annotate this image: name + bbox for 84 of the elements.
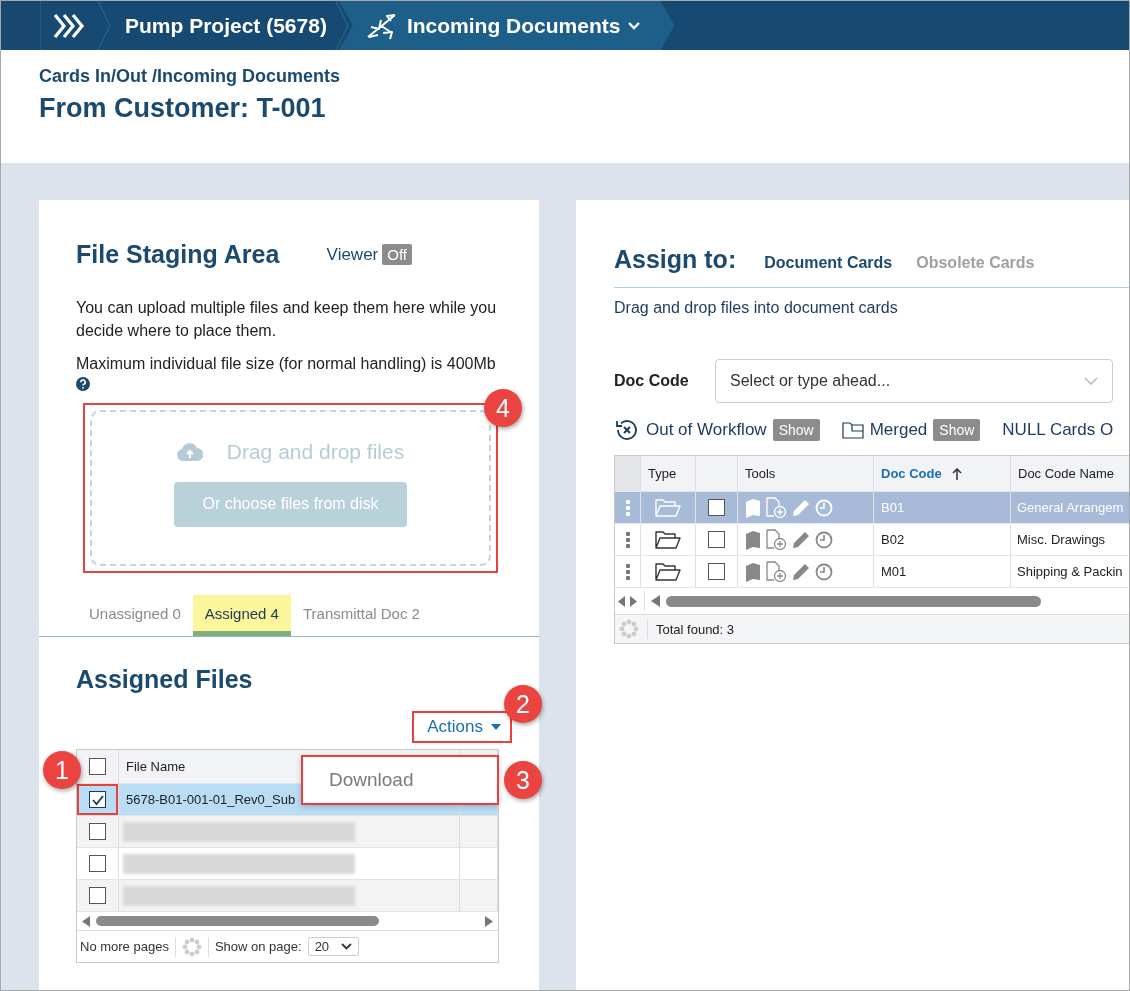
book-icon[interactable] — [745, 529, 761, 550]
checkbox[interactable] — [89, 791, 106, 808]
breadcrumb-link[interactable]: Pump Project (5678) — [111, 1, 335, 50]
column-header[interactable]: Tools — [745, 466, 776, 481]
scrollbar-thumb[interactable] — [666, 595, 1041, 607]
column-header[interactable]: Doc Code — [881, 466, 942, 481]
folder-open-icon — [655, 530, 681, 549]
chevron-down-icon[interactable] — [341, 943, 353, 950]
folder-open-icon — [655, 562, 681, 581]
spinner-icon — [619, 619, 639, 639]
tab[interactable]: Transmittal Doc 2 — [290, 595, 432, 636]
chevron-separator-icon — [97, 1, 111, 50]
checkbox[interactable] — [708, 563, 725, 580]
page-size-select[interactable]: 20 — [307, 937, 360, 956]
spinner-icon — [181, 936, 202, 957]
description-text: You can upload multiple files and keep them here while you decide where to place them. — [76, 298, 498, 341]
tab[interactable]: Unassigned 0 — [77, 595, 193, 636]
scroll-right-icon[interactable] — [485, 915, 493, 927]
table-cell: Misc. Drawings — [1017, 532, 1106, 547]
page-title: From Customer: T-001 — [39, 93, 326, 124]
table-row[interactable]: B02 Misc. Drawings — [615, 524, 1129, 556]
clock-icon[interactable] — [815, 530, 833, 549]
checkbox[interactable] — [708, 499, 725, 516]
callout-badge: 2 — [504, 685, 542, 723]
checkbox[interactable] — [708, 531, 725, 548]
tab[interactable]: Assigned 4 — [192, 595, 291, 636]
field-label: Doc Code — [614, 372, 690, 390]
file-add-icon[interactable] — [765, 560, 787, 583]
checkbox[interactable] — [89, 887, 106, 904]
column-header[interactable]: Type — [648, 466, 677, 481]
help-icon[interactable] — [76, 377, 90, 391]
drag-handle-icon[interactable] — [625, 499, 630, 516]
table-row[interactable]: M01 Shipping & Packin — [615, 556, 1129, 588]
drag-handle-icon[interactable] — [625, 531, 630, 548]
table-cell: General Arrangem — [1017, 500, 1124, 515]
scroll-left-icon[interactable] — [82, 915, 90, 927]
filter-label: Merged — [869, 420, 928, 440]
folder-open-icon — [655, 498, 681, 517]
caret-icon — [491, 724, 501, 730]
table-cell: B02 — [881, 532, 905, 547]
scroll-left-icon[interactable] — [651, 595, 660, 607]
callout-badge: 4 — [484, 389, 522, 427]
result-count: Total found: 3 — [656, 621, 735, 637]
table-cell: B01 — [881, 500, 905, 515]
table-cell: Shipping & Packin — [1017, 564, 1123, 579]
scrollbar-thumb[interactable] — [96, 916, 379, 926]
drag-handle-icon[interactable] — [625, 563, 630, 580]
cloud-upload-icon — [176, 442, 203, 461]
callout-badge: 1 — [43, 751, 81, 789]
size-note: Maximum individual file size (for normal handling) is 400Mb — [76, 355, 496, 372]
viewer-label: Viewer — [326, 244, 379, 265]
pager-status: No more pages — [80, 939, 169, 954]
pencil-icon[interactable] — [791, 561, 811, 582]
menu-item[interactable]: Download — [303, 769, 414, 791]
file-add-icon[interactable] — [765, 528, 787, 551]
breadcrumb-link[interactable]: Incoming Documents — [338, 1, 675, 50]
callout-badge: 3 — [504, 761, 542, 799]
hint-text: Drag and drop files into document cards — [614, 299, 899, 317]
arrow-up-icon[interactable] — [951, 467, 962, 480]
section-title: Assign to: — [614, 245, 737, 274]
section-title: File Staging Area — [76, 240, 280, 269]
checkbox[interactable] — [89, 855, 106, 872]
drop-prompt: Drag and drop files — [226, 439, 405, 464]
filter-label: Out of Workflow — [646, 420, 767, 440]
book-icon[interactable] — [745, 561, 761, 582]
chevron-separator-icon — [334, 1, 349, 50]
folder-icon — [841, 421, 864, 439]
table-cell: M01 — [881, 564, 907, 579]
pencil-icon[interactable] — [791, 529, 811, 550]
checkbox[interactable] — [89, 823, 106, 840]
column-header: File Name — [125, 759, 186, 774]
breadcrumb-path: Cards In/Out /Incoming Documents — [39, 66, 341, 87]
section-title: Assigned Files — [76, 665, 254, 694]
checkbox[interactable] — [89, 758, 106, 775]
table-cell-text: 5678-B01-001-01_Rev0_Sub — [125, 792, 296, 807]
scroll-arrows-icon[interactable] — [618, 595, 638, 607]
actions-button[interactable]: Actions — [427, 717, 501, 737]
filter-label: NULL Cards O — [1002, 420, 1114, 440]
page-size-label: Show on page: — [214, 939, 302, 954]
doc-code-field[interactable]: Select or type ahead... — [715, 359, 1113, 403]
clock-icon[interactable] — [815, 562, 833, 581]
tab[interactable]: Document Cards — [764, 254, 893, 272]
column-header[interactable]: Doc Code Name — [1018, 466, 1115, 481]
cycle-cancel-icon — [614, 417, 640, 443]
